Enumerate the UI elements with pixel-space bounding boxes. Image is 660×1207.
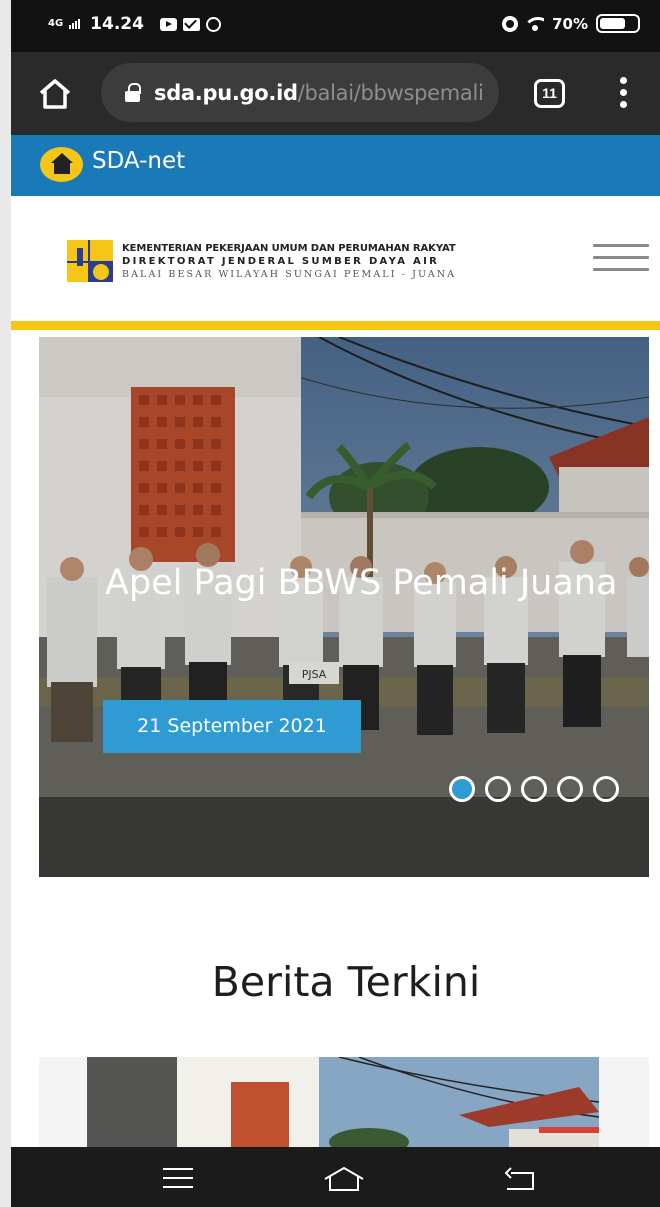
ministry-name: KEMENTERIAN PEKERJAAN UMUM DAN PERUMAHAN… — [122, 243, 456, 254]
hero-slider[interactable]: PJSA Apel Pagi BBWS Pemali Juana 21 Sept… — [39, 337, 649, 877]
mail-notification-icon — [182, 17, 200, 31]
clock: 14.24 — [90, 14, 144, 34]
balai-name: BALAI BESAR WILAYAH SUNGAI PEMALI - JUAN… — [122, 269, 457, 280]
section-title-berita-terkini: Berita Terkini — [211, 958, 481, 1006]
slider-dot-2[interactable] — [485, 776, 511, 802]
pupr-logo[interactable] — [67, 240, 113, 282]
sda-home-icon[interactable] — [40, 147, 83, 182]
slide-title[interactable]: Apel Pagi BBWS Pemali Juana — [105, 560, 625, 606]
phone-screen: 4G 14.24 70% sda.pu.go.id/balai/bbwspema… — [11, 0, 660, 1207]
slider-dot-5[interactable] — [593, 776, 619, 802]
lock-icon — [125, 83, 141, 102]
hamburger-menu-icon[interactable] — [593, 244, 649, 274]
site-header: KEMENTERIAN PEKERJAAN UMUM DAN PERUMAHAN… — [11, 196, 660, 321]
recent-apps-icon[interactable] — [163, 1168, 193, 1195]
browser-toolbar: sda.pu.go.id/balai/bbwspemali 11 — [11, 52, 660, 135]
signal-icon — [69, 19, 81, 29]
news-card-image — [39, 1057, 649, 1152]
slider-dot-1[interactable] — [449, 776, 475, 802]
browser-menu-icon[interactable] — [620, 77, 628, 109]
sda-net-title[interactable]: SDA-net — [92, 148, 185, 174]
news-card[interactable] — [39, 1057, 649, 1152]
tab-switcher-button[interactable]: 11 — [534, 79, 565, 108]
wifi-icon — [526, 16, 545, 31]
network-type: 4G — [48, 18, 64, 29]
address-bar[interactable]: sda.pu.go.id/balai/bbwspemali — [101, 63, 499, 122]
youtube-notification-icon — [159, 17, 177, 31]
system-home-icon[interactable] — [322, 1165, 366, 1193]
battery-percent: 70% — [552, 14, 588, 33]
header-divider — [11, 321, 660, 330]
slider-dot-3[interactable] — [521, 776, 547, 802]
slide-date-badge: 21 September 2021 — [103, 700, 361, 753]
url-text[interactable]: sda.pu.go.id/balai/bbwspemali — [154, 81, 484, 105]
home-icon[interactable] — [38, 78, 72, 110]
alarm-icon — [502, 15, 519, 32]
slider-indicators — [449, 776, 619, 802]
status-bar: 4G 14.24 70% — [11, 0, 660, 52]
sda-net-bar: SDA-net — [11, 135, 660, 196]
battery-icon — [596, 14, 640, 33]
back-icon[interactable] — [503, 1165, 537, 1193]
whatsapp-notification-icon — [205, 16, 221, 32]
organization-name: KEMENTERIAN PEKERJAAN UMUM DAN PERUMAHAN… — [122, 243, 456, 280]
system-navigation-bar — [11, 1147, 660, 1207]
directorate-name: DIREKTORAT JENDERAL SUMBER DAYA AIR — [122, 256, 440, 267]
slider-dot-4[interactable] — [557, 776, 583, 802]
